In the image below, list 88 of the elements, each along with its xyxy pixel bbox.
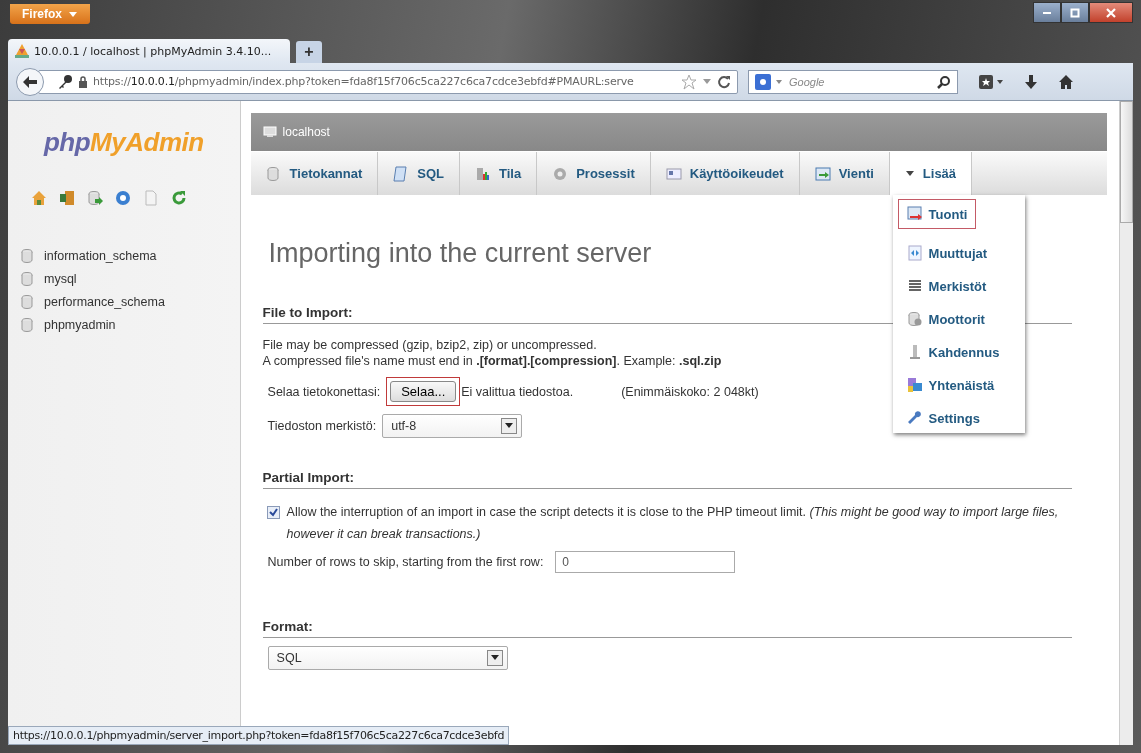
field-label: Number of rows to skip, starting from the first row: bbox=[267, 555, 544, 569]
database-link[interactable]: information_schema bbox=[20, 248, 157, 264]
exit-door-icon[interactable] bbox=[58, 190, 75, 206]
dropdown-arrow-icon bbox=[505, 423, 514, 429]
browse-button[interactable]: Selaa... bbox=[390, 381, 457, 402]
search-icon[interactable] bbox=[937, 74, 951, 89]
key-icon bbox=[57, 73, 73, 90]
chart-icon bbox=[475, 165, 492, 182]
nav-tab[interactable]: Käyttöoikeudet bbox=[650, 152, 800, 195]
menu-item[interactable]: Merkistöt bbox=[897, 277, 996, 295]
menu-item[interactable]: Moottorit bbox=[897, 310, 994, 328]
menu-item[interactable]: Settings bbox=[897, 409, 989, 427]
menu-item[interactable]: Tuonti bbox=[897, 199, 977, 229]
dropdown-icon[interactable] bbox=[702, 77, 712, 86]
rows-to-skip-field[interactable]: 0 bbox=[555, 551, 736, 573]
bookmarks-icon[interactable] bbox=[978, 73, 1004, 90]
database-icon bbox=[20, 271, 34, 287]
scroll-thumb[interactable] bbox=[1120, 101, 1133, 223]
menu-item[interactable]: Yhtenäistä bbox=[897, 376, 1004, 394]
maximize-icon bbox=[1070, 7, 1080, 18]
export-icon bbox=[814, 165, 831, 182]
status-url: https://10.0.0.1/phpmyadmin/server_import.php?token=fda8f15f706c5ca227c6ca7cdce3ebfd bbox=[8, 726, 510, 745]
checkmark-icon bbox=[268, 508, 278, 517]
download-icon[interactable] bbox=[1024, 73, 1038, 90]
reload-icon[interactable] bbox=[717, 74, 731, 89]
url-text: https://10.0.0.1/phpmyadmin/index.php?token=fda8f15f706c5ca227c6ca7cdce3ebfd#PMAURL:serve bbox=[93, 75, 635, 88]
import-icon bbox=[906, 206, 923, 222]
caret-icon bbox=[775, 77, 783, 86]
menu-item[interactable]: Muuttujat bbox=[897, 244, 997, 262]
close-button[interactable] bbox=[1089, 2, 1133, 23]
star-icon[interactable] bbox=[681, 73, 697, 90]
nav-tab[interactable]: SQL bbox=[378, 152, 461, 195]
database-link[interactable]: phpmyadmin bbox=[20, 317, 116, 333]
dropdown-arrow-icon bbox=[490, 655, 499, 661]
page-heading: Importing into the current server bbox=[268, 238, 652, 269]
section-heading: Format: bbox=[262, 619, 1072, 638]
search-input[interactable]: Google bbox=[787, 74, 933, 89]
checkbox[interactable] bbox=[266, 506, 280, 519]
database-link[interactable]: mysql bbox=[20, 271, 77, 287]
database-icon bbox=[20, 294, 34, 310]
nav-tab[interactable]: Vienti bbox=[799, 152, 890, 195]
list-icon bbox=[906, 278, 923, 294]
caret-icon bbox=[904, 169, 915, 178]
browser-tab[interactable]: 10.0.0.1 / localhost | phpMyAdmin 3.4.10... bbox=[8, 39, 290, 63]
database-icon bbox=[20, 317, 34, 333]
file-name-text: Ei valittua tiedostoa. bbox=[461, 384, 574, 399]
server-breadcrumb: localhost bbox=[250, 113, 1107, 151]
pma-logo-icon bbox=[14, 43, 30, 59]
format-select[interactable]: SQL bbox=[267, 646, 508, 670]
option-text: Allow the interruption of an import in case the script detects it is close to the PHP timeout limit. (This might be good way to import large files, however it can break transactions.) bbox=[286, 504, 1060, 543]
close-icon bbox=[1106, 7, 1116, 18]
field-label: Selaa tietokonettasi: bbox=[267, 384, 381, 399]
section-heading: Partial Import: bbox=[262, 470, 1072, 489]
scrollbar[interactable] bbox=[1119, 101, 1133, 745]
size-limit-text: (Enimmäiskoko: 2 048kt) bbox=[621, 384, 759, 399]
nav-tab[interactable]: Tietokannat bbox=[250, 152, 379, 195]
phpmyadmin-logo: phpMyAdmin bbox=[43, 127, 204, 158]
back-button[interactable] bbox=[16, 67, 44, 96]
database-icon bbox=[265, 165, 282, 182]
help-icon[interactable] bbox=[114, 190, 131, 206]
help-text: A compressed file's name must end in .[format].[compression]. Example: .sql.zip bbox=[262, 353, 722, 369]
back-arrow-icon bbox=[22, 74, 38, 89]
minimize-button[interactable] bbox=[1033, 2, 1061, 23]
help-text: File may be compressed (gzip, bzip2, zip) or uncompressed. bbox=[262, 337, 597, 353]
field-label: Tiedoston merkistö: bbox=[267, 419, 377, 433]
database-icon bbox=[20, 248, 34, 264]
home-icon[interactable] bbox=[1058, 73, 1074, 90]
script-icon bbox=[393, 165, 410, 182]
nav-tab[interactable]: Prosessit bbox=[537, 152, 651, 195]
caret-icon bbox=[68, 9, 78, 19]
nav-tab[interactable]: Tila bbox=[460, 152, 538, 195]
server-icon bbox=[262, 126, 277, 138]
lock-icon bbox=[78, 75, 88, 88]
search-engine-icon bbox=[755, 73, 771, 90]
database-gear-icon bbox=[906, 311, 923, 327]
database-arrow-icon[interactable] bbox=[86, 190, 103, 206]
menu-item[interactable]: Kahdennus bbox=[897, 343, 1009, 361]
search-field[interactable]: Google bbox=[748, 69, 958, 94]
charset-select[interactable]: utf-8 bbox=[382, 414, 523, 438]
database-link[interactable]: performance_schema bbox=[20, 294, 165, 310]
code-file-icon bbox=[906, 245, 923, 261]
minimize-icon bbox=[1043, 11, 1051, 14]
new-tab-button[interactable]: + bbox=[296, 41, 322, 63]
maximize-button[interactable] bbox=[1061, 2, 1089, 23]
card-icon bbox=[665, 165, 682, 182]
address-field[interactable]: https://10.0.0.1/phpmyadmin/index.php?token=fda8f15f706c5ca227c6ca7cdce3ebfd#PMAURL:serve bbox=[38, 69, 738, 94]
windows-icon bbox=[906, 377, 923, 393]
refresh-icon[interactable] bbox=[170, 190, 187, 206]
